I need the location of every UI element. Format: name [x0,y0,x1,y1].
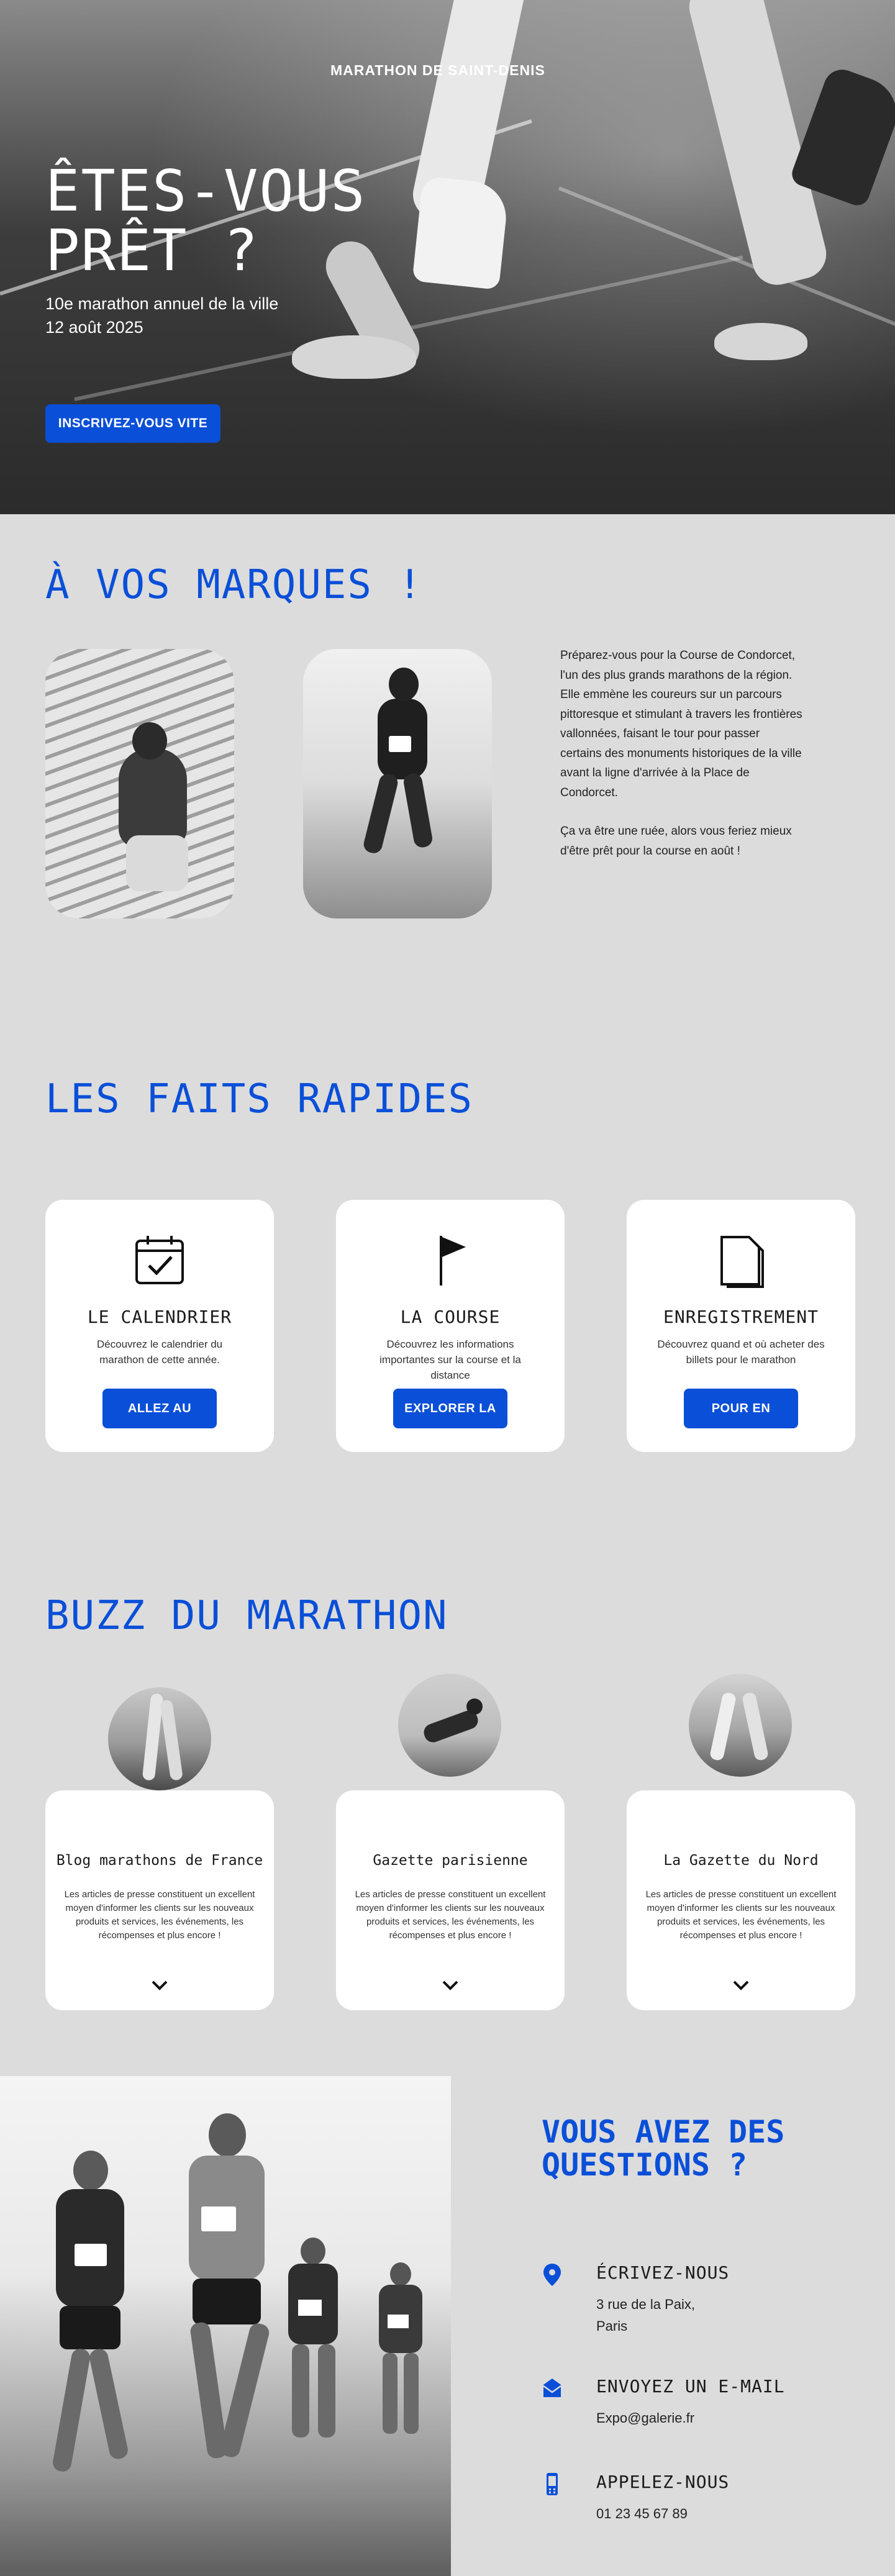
buzz-card-title: La Gazette du Nord [663,1853,819,1869]
contact-address-line2: Paris [596,2318,628,2334]
fact-card-description: Découvrez le calendrier du marathon de c… [96,1338,223,1366]
race-bib-image [389,736,411,752]
fact-card-title: LE CALENDRIER [87,1307,232,1327]
buzz-card: Gazette parisienne Les articles de press… [336,1790,565,2010]
contact-address-line1: 3 rue de la Paix, [596,2297,695,2312]
hero-banner: MARATHON DE SAINT-DENIS ÊTES-VOUS PRÊT ?… [0,0,895,514]
calendar-button[interactable]: ALLEZ AU CALENDRIER [102,1389,217,1455]
hero-subtitle-line2: 12 août 2025 [45,318,143,337]
hero-title: ÊTES-VOUS PRÊT ? [45,161,430,281]
avatar [689,1674,792,1777]
runner-shoe-image [788,64,895,209]
runner-leg-image [402,772,434,849]
runner-figure-image [43,2151,137,2498]
runner-leg-image [709,1691,737,1762]
contact-phone-heading: APPELEZ-NOUS [596,2472,730,2492]
register-button[interactable]: INSCRIVEZ-VOUS VITE [45,404,220,443]
chevron-down-icon[interactable] [440,1978,461,1993]
contact-write-heading: ÉCRIVEZ-NOUS [596,2262,730,2283]
fact-card-calendar: LE CALENDRIER Découvrez le calendrier du… [45,1200,274,1455]
buzz-title: BUZZ DU MARATHON [45,1593,448,1639]
intro-text: Préparez-vous pour la Course de Condorce… [560,646,802,861]
runner-leg-image [160,1699,183,1781]
fact-card-title: ENREGISTREMENT [663,1307,819,1327]
intro-paragraph-1: Préparez-vous pour la Course de Condorce… [560,649,802,799]
contact-email: ENVOYEZ UN E-MAIL Expo@galerie.fr [542,2376,852,2426]
document-icon [720,1236,764,1288]
buzz-card-description: Les articles de presse constituent un ex… [645,1889,837,1941]
buzz-card-title: Gazette parisienne [373,1853,528,1869]
fact-card-description: Découvrez les informations importantes s… [379,1338,521,1381]
hero-title-line2: PRÊT ? [45,217,260,284]
runner-body-image [119,748,187,848]
chevron-down-icon[interactable] [730,1978,752,1993]
fact-card-description: Découvrez quand et où acheter des billet… [657,1338,825,1366]
chevron-down-icon[interactable] [149,1978,170,1993]
hero-subtitle-line1: 10e marathon annuel de la ville [45,294,279,313]
site-brand[interactable]: MARATHON DE SAINT-DENIS [330,62,573,79]
fact-card-registration: ENREGISTREMENT Découvrez quand et où ach… [627,1200,855,1455]
calendar-icon [135,1236,184,1284]
avatar [398,1674,501,1777]
runner-leg-image [741,1691,770,1762]
runners-photo [0,2076,451,2576]
runner-hand-image [714,323,807,360]
hero-title-line1: ÊTES-VOUS [45,158,366,224]
photo-runner-tying-shoe [45,649,234,918]
contact-address: 3 rue de la Paix, Paris [596,2293,695,2337]
buzz-card-description: Les articles de presse constituent un ex… [355,1889,546,1941]
runner-figure-image [373,2262,429,2449]
track-line-decoration [558,186,895,353]
runner-head-image [466,1698,483,1715]
location-pin-icon [543,2264,561,2286]
contact-write: ÉCRIVEZ-NOUS 3 rue de la Paix, Paris [542,2262,852,2334]
runner-figure-image [279,2238,348,2461]
learn-more-button[interactable]: POUR EN SAVOIR PLUS [684,1389,798,1455]
contact-email-heading: ENVOYEZ UN E-MAIL [596,2376,785,2397]
fact-card-title: LA COURSE [400,1307,501,1327]
phone-icon [547,2473,558,2495]
intro-title: À VOS MARQUES ! [45,562,423,608]
hero-subtitle: 10e marathon annuel de la ville 12 août … [45,292,278,339]
runner-figure-image [174,2113,279,2498]
fact-card-race: LA COURSE Découvrez les informations imp… [336,1200,565,1455]
contact-title: VOUS AVEZ DES QUESTIONS ? [542,2114,785,2183]
runner-shorts-image [126,835,188,891]
runner-head-image [132,722,167,760]
flag-icon [440,1236,466,1286]
envelope-icon [543,2379,561,2397]
contact-phone: APPELEZ-NOUS 01 23 45 67 89 [542,2472,852,2521]
contact-email-value[interactable]: Expo@galerie.fr [596,2407,694,2429]
photo-runner-on-street [303,649,492,918]
buzz-card: Blog marathons de France Les articles de… [45,1790,274,2010]
avatar [108,1687,211,1790]
buzz-card: La Gazette du Nord Les articles de press… [627,1790,855,2010]
runner-leg-image [361,772,400,855]
facts-title: LES FAITS RAPIDES [45,1076,474,1122]
runner-head-image [389,668,419,701]
explore-race-button[interactable]: EXPLORER LA COURSE [393,1389,507,1455]
contact-phone-value[interactable]: 01 23 45 67 89 [596,2503,688,2524]
runner-hand-image [292,335,416,379]
buzz-card-title: Blog marathons de France [56,1853,263,1869]
buzz-card-description: Les articles de presse constituent un ex… [64,1889,255,1941]
intro-paragraph-2: Ça va être une ruée, alors vous feriez m… [560,825,792,858]
